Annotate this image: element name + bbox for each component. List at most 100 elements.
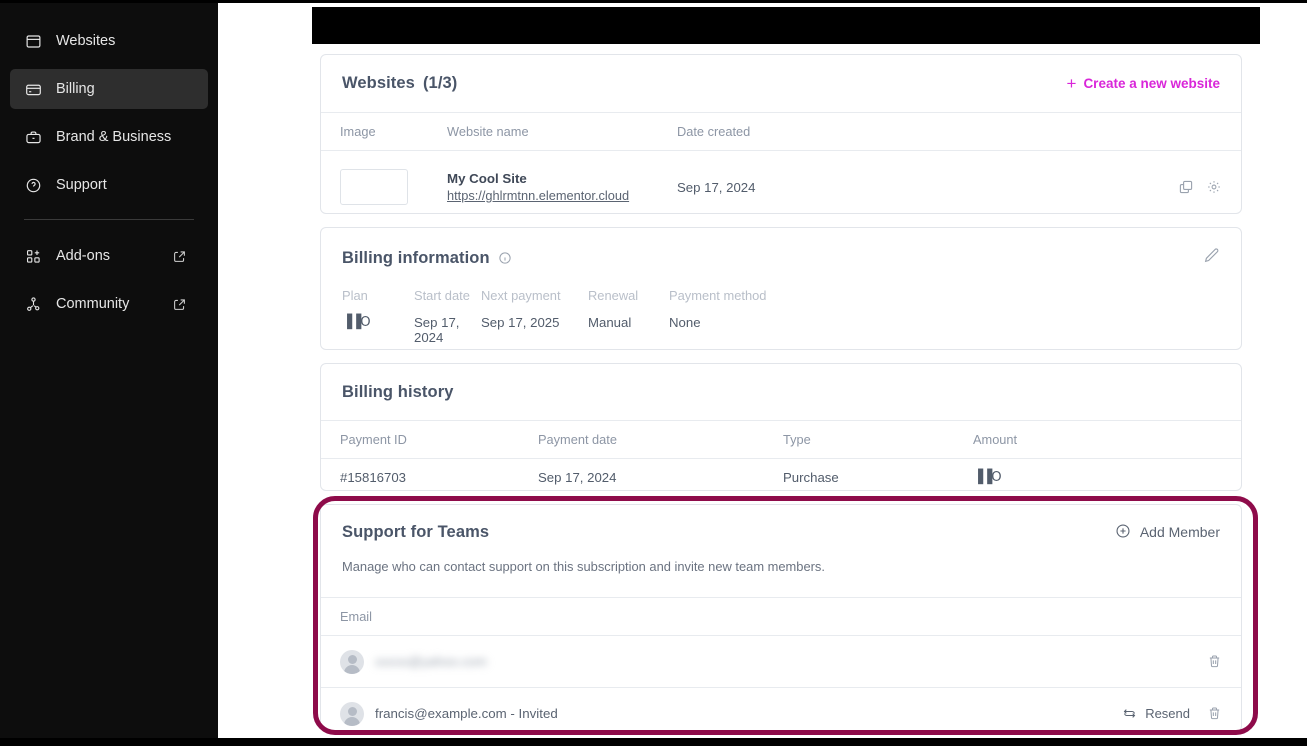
plus-icon: + <box>1066 74 1077 93</box>
resend-invite-button[interactable]: Resend <box>1122 706 1190 721</box>
billing-field-plan: Plan ▐▐O <box>342 288 414 345</box>
grid-plus-icon <box>24 247 43 266</box>
sidebar-item-support[interactable]: Support <box>10 165 208 205</box>
websites-table: Image Website name Date created My Cool … <box>321 112 1241 224</box>
col-amount: Amount <box>973 420 1241 459</box>
support-for-teams-title: Support for Teams <box>342 522 490 541</box>
payment-type-cell: Purchase <box>783 469 839 485</box>
member-email-cell: francis@example.com - Invited <box>321 688 1071 739</box>
create-new-website-button[interactable]: + Create a new website <box>1067 75 1221 92</box>
external-link-icon <box>173 250 186 263</box>
billing-information-fields: Plan ▐▐O Start date Sep 17, 2024 Next pa… <box>321 288 1241 345</box>
websites-card-header: Websites (1/3) + Create a new website <box>321 55 1241 112</box>
sidebar-item-label: Billing <box>56 80 95 97</box>
trash-icon[interactable] <box>1207 706 1222 721</box>
sidebar-item-label: Add-ons <box>56 247 111 264</box>
billing-history-table: Payment ID Payment date Type Amount #158… <box>321 420 1241 496</box>
member-actions-cell: Resend <box>1071 688 1241 739</box>
billing-field-value: Manual <box>588 315 632 330</box>
websites-table-head: Image Website name Date created <box>321 112 1241 151</box>
billing-history-card: Billing history Payment ID Payment date … <box>320 363 1242 491</box>
billing-history-title: Billing history <box>342 382 454 401</box>
billing-field-label: Plan <box>342 288 368 303</box>
sidebar: Websites Billing Brand & Business Suppor… <box>0 3 218 738</box>
member-actions-cell <box>1071 636 1241 688</box>
billing-field-label: Payment method <box>669 288 767 303</box>
avatar <box>340 701 364 726</box>
billing-information-title-text: Billing information <box>342 248 490 267</box>
website-thumbnail <box>340 169 408 206</box>
sidebar-item-add-ons[interactable]: Add-ons <box>10 236 208 276</box>
member-email: xxxxx@yahoo.com <box>375 654 487 669</box>
table-row: francis@example.com - Invited Resend <box>321 688 1241 739</box>
sidebar-item-label: Brand & Business <box>56 128 172 145</box>
billing-field-value: ▐▐O <box>342 315 371 330</box>
website-name-cell: My Cool Site https://ghlrmtnn.elementor.… <box>447 151 677 224</box>
gear-icon[interactable] <box>1206 179 1222 195</box>
add-member-button[interactable]: Add Member <box>1115 523 1220 542</box>
edit-billing-information-button[interactable] <box>1203 247 1220 269</box>
websites-table-body: My Cool Site https://ghlrmtnn.elementor.… <box>321 151 1241 224</box>
resend-label: Resend <box>1145 706 1190 722</box>
website-name: My Cool Site <box>447 171 527 187</box>
support-for-teams-description: Manage who can contact support on this s… <box>342 559 825 574</box>
support-for-teams-card: Support for Teams Add Member Manage who … <box>320 504 1242 732</box>
website-url-link[interactable]: https://ghlrmtnn.elementor.cloud <box>447 188 677 203</box>
team-members-table: Email xxxxx@yahoo.com francis@example.co… <box>321 597 1241 738</box>
billing-field-value: Sep 17, 2024 <box>414 315 460 345</box>
member-email-cell: xxxxx@yahoo.com <box>321 636 1071 688</box>
plus-circle-icon <box>1115 523 1131 542</box>
billing-field-start-date: Start date Sep 17, 2024 <box>414 288 481 345</box>
avatar <box>340 649 364 674</box>
billing-field-value: Sep 17, 2025 <box>481 315 560 330</box>
websites-title: Websites (1/3) <box>342 74 457 93</box>
billing-field-payment-method: Payment method None <box>669 288 766 345</box>
trash-icon[interactable] <box>1207 654 1222 669</box>
bottom-edge-rule <box>0 738 1307 746</box>
sidebar-divider <box>24 219 194 220</box>
websites-header-row: Image Website name Date created <box>321 112 1241 151</box>
billing-field-value: None <box>669 315 701 330</box>
websites-card: Websites (1/3) + Create a new website Im… <box>320 54 1242 214</box>
sidebar-item-websites[interactable]: Websites <box>10 21 208 61</box>
sidebar-item-community[interactable]: Community <box>10 284 208 324</box>
payment-amount-cell: ▐▐O <box>973 469 1002 485</box>
top-edge-rule <box>0 0 1307 3</box>
payment-id-cell: #15816703 <box>340 469 407 485</box>
question-circle-icon <box>24 176 43 195</box>
table-row: My Cool Site https://ghlrmtnn.elementor.… <box>321 151 1241 224</box>
billing-history-table-body: #15816703 Sep 17, 2024 Purchase ▐▐O <box>321 459 1241 496</box>
website-actions-cell <box>1121 151 1241 224</box>
sidebar-item-label: Websites <box>56 32 116 49</box>
col-date-created: Date created <box>677 112 1121 151</box>
sidebar-item-billing[interactable]: Billing <box>10 69 208 109</box>
billing-field-renewal: Renewal Manual <box>588 288 669 345</box>
billing-field-label: Renewal <box>588 288 639 303</box>
billing-field-next-payment: Next payment Sep 17, 2025 <box>481 288 588 345</box>
col-image: Image <box>321 112 447 151</box>
billing-information-card: Billing information Plan ▐▐O Start date … <box>320 227 1242 350</box>
col-actions <box>1121 112 1241 151</box>
add-member-label: Add Member <box>1139 524 1220 540</box>
sidebar-item-label: Community <box>56 295 130 312</box>
main-content: Websites (1/3) + Create a new website Im… <box>218 3 1307 738</box>
share-nodes-icon <box>24 295 43 314</box>
refresh-icon <box>1122 706 1137 721</box>
billing-information-header: Billing information <box>321 228 1241 288</box>
website-date-cell: Sep 17, 2024 <box>677 179 756 195</box>
col-payment-id: Payment ID <box>321 420 538 459</box>
table-row: #15816703 Sep 17, 2024 Purchase ▐▐O <box>321 459 1241 496</box>
member-email: francis@example.com - Invited <box>375 706 558 722</box>
info-circle-icon[interactable] <box>498 251 512 265</box>
team-members-table-head: Email <box>321 597 1241 636</box>
briefcase-icon <box>24 128 43 147</box>
col-email: Email <box>321 597 1071 636</box>
sidebar-item-label: Support <box>56 176 107 193</box>
billing-history-table-head: Payment ID Payment date Type Amount <box>321 420 1241 459</box>
billing-field-label: Start date <box>414 288 470 303</box>
duplicate-icon[interactable] <box>1178 179 1194 195</box>
app-screen: Websites Billing Brand & Business Suppor… <box>0 0 1307 746</box>
sidebar-item-brand-business[interactable]: Brand & Business <box>10 117 208 157</box>
billing-field-label: Next payment <box>481 288 561 303</box>
payment-date-cell: Sep 17, 2024 <box>538 469 617 485</box>
